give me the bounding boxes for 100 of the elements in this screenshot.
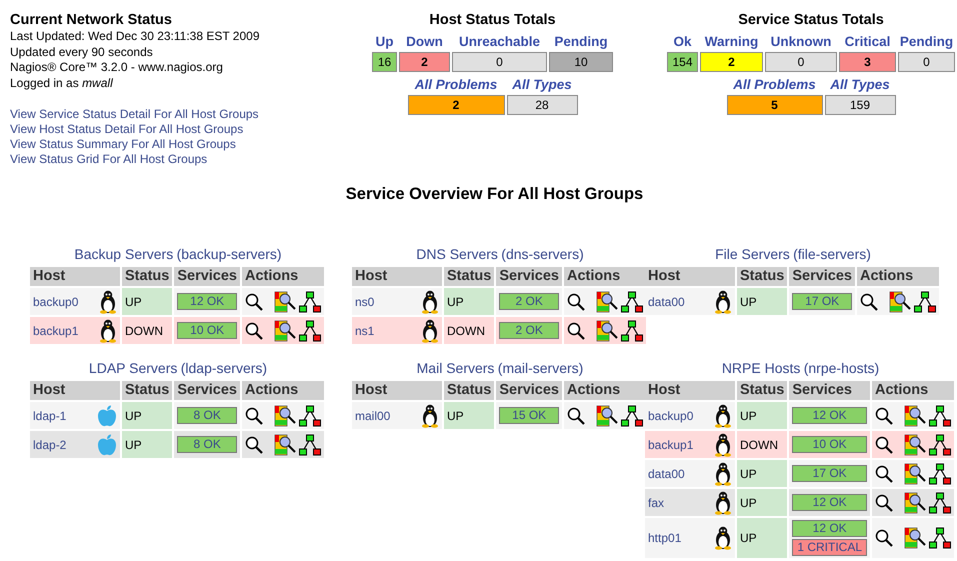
group-name-link[interactable]: Backup Servers <box>74 246 174 262</box>
group-name-link[interactable]: File Servers <box>715 246 790 262</box>
search-icon[interactable] <box>245 292 263 310</box>
report-icon[interactable] <box>274 290 296 312</box>
search-icon[interactable] <box>245 436 263 454</box>
report-icon[interactable] <box>274 320 296 342</box>
last-updated-text: Last Updated: Wed Dec 30 23:11:38 EST 2009 <box>10 29 261 44</box>
service-count-link[interactable]: 12 OK <box>792 494 868 511</box>
status-label-link[interactable]: Critical <box>844 34 890 49</box>
summary-label-link[interactable]: All Types <box>830 77 890 92</box>
report-icon[interactable] <box>274 404 296 426</box>
group-alias-link[interactable]: (mail-servers) <box>498 360 584 376</box>
totals-title: Host Status Totals <box>429 12 556 29</box>
summary-label-link[interactable]: All Problems <box>733 77 816 92</box>
group-alias-link[interactable]: (ldap-servers) <box>180 360 268 376</box>
status-cell: UP <box>122 431 172 458</box>
search-icon[interactable] <box>875 529 894 547</box>
report-icon[interactable] <box>904 434 926 456</box>
report-icon[interactable] <box>596 320 618 342</box>
network-icon[interactable] <box>929 492 952 514</box>
summary-label-link[interactable]: All Types <box>512 77 572 92</box>
group-alias-link[interactable]: (backup-servers) <box>176 246 282 262</box>
network-icon[interactable] <box>929 434 952 456</box>
view-link[interactable]: View Host Status Detail For All Host Groups <box>10 122 244 137</box>
service-count-link[interactable]: 15 OK <box>499 407 559 424</box>
status-label-link[interactable]: Ok <box>673 34 692 49</box>
network-icon[interactable] <box>914 290 936 312</box>
network-icon[interactable] <box>929 404 952 426</box>
host-link[interactable]: fax <box>648 496 664 510</box>
network-icon[interactable] <box>299 290 321 312</box>
group-name-link[interactable]: NRPE Hosts <box>722 360 800 376</box>
service-count-link[interactable]: 17 OK <box>792 465 868 482</box>
status-label-link[interactable]: Pending <box>900 34 954 49</box>
search-icon[interactable] <box>875 494 894 512</box>
service-count-link[interactable]: 2 OK <box>499 293 559 310</box>
network-icon[interactable] <box>621 320 643 342</box>
column-header: Actions <box>564 267 646 286</box>
column-header: Actions <box>564 381 646 400</box>
network-icon[interactable] <box>929 462 952 484</box>
group-alias-link[interactable]: (dns-servers) <box>501 246 584 262</box>
view-link[interactable]: View Service Status Detail For All Host Groups <box>10 107 259 122</box>
service-count-link[interactable]: 12 OK <box>792 520 868 537</box>
network-icon[interactable] <box>299 434 321 456</box>
search-icon[interactable] <box>875 406 894 424</box>
host-link[interactable]: http01 <box>648 531 682 545</box>
host-link[interactable]: ldap-2 <box>33 438 66 452</box>
report-icon[interactable] <box>904 492 926 514</box>
network-icon[interactable] <box>929 527 952 549</box>
search-icon[interactable] <box>567 292 585 310</box>
view-link[interactable]: View Status Grid For All Host Groups <box>10 152 208 167</box>
service-count-link[interactable]: 12 OK <box>792 407 868 424</box>
group-name-link[interactable]: LDAP Servers <box>88 360 178 376</box>
service-count-link[interactable]: 2 OK <box>499 322 559 339</box>
report-icon[interactable] <box>904 527 926 549</box>
search-icon[interactable] <box>245 322 263 340</box>
service-count-link[interactable]: 17 OK <box>792 293 852 310</box>
report-icon[interactable] <box>904 404 926 426</box>
group-name-link[interactable]: Mail Servers <box>416 360 494 376</box>
service-count-link[interactable]: 8 OK <box>177 436 237 453</box>
group-alias-link[interactable]: (file-servers) <box>793 246 871 262</box>
report-icon[interactable] <box>596 290 618 312</box>
service-count-link[interactable]: 12 OK <box>177 293 237 310</box>
search-icon[interactable] <box>245 406 263 424</box>
report-icon[interactable] <box>889 290 911 312</box>
host-link[interactable]: ns1 <box>355 324 374 338</box>
group-alias-link[interactable]: (nrpe-hosts) <box>804 360 880 376</box>
report-icon[interactable] <box>904 462 926 484</box>
summary-label-link[interactable]: All Problems <box>414 77 498 92</box>
network-icon[interactable] <box>299 320 321 342</box>
column-header: Host <box>352 267 442 286</box>
service-count-link[interactable]: 10 OK <box>792 436 868 453</box>
column-header: Host <box>30 381 120 400</box>
status-label-link[interactable]: Warning <box>704 34 758 49</box>
view-link[interactable]: View Status Summary For All Host Groups <box>10 137 236 152</box>
search-icon[interactable] <box>567 322 585 340</box>
host-link[interactable]: ns0 <box>355 294 374 308</box>
refresh-text: Updated every 90 seconds <box>10 44 154 60</box>
report-icon[interactable] <box>274 434 296 456</box>
column-header: Host <box>645 381 735 400</box>
count-cell: 0 <box>898 52 955 72</box>
penguin-icon <box>714 490 732 514</box>
network-icon[interactable] <box>621 404 643 426</box>
network-icon[interactable] <box>621 290 643 312</box>
column-header: Host <box>30 267 120 286</box>
search-icon[interactable] <box>567 406 585 424</box>
status-label-link[interactable]: Pending <box>554 34 608 49</box>
search-icon[interactable] <box>860 292 878 310</box>
network-icon[interactable] <box>299 404 321 426</box>
report-icon[interactable] <box>596 404 618 426</box>
search-icon[interactable] <box>875 464 894 482</box>
search-icon[interactable] <box>875 436 894 454</box>
service-count-link[interactable]: 8 OK <box>177 407 237 424</box>
status-label-link[interactable]: Down <box>406 34 443 49</box>
service-count-link[interactable]: 10 OK <box>177 322 237 339</box>
status-cell: UP <box>737 518 788 558</box>
host-link[interactable]: ldap-1 <box>33 408 66 422</box>
status-label-link[interactable]: Unreachable <box>458 34 540 49</box>
status-label-link[interactable]: Up <box>376 34 394 49</box>
group-name-link[interactable]: DNS Servers <box>416 246 498 262</box>
status-label-link[interactable]: Unknown <box>770 34 832 49</box>
